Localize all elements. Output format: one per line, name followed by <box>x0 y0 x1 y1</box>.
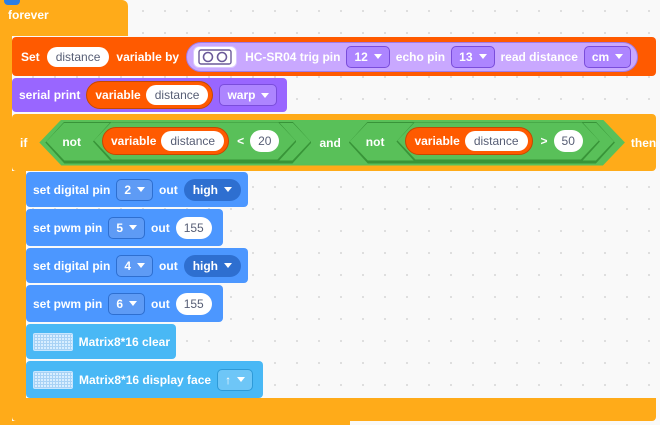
forever-block[interactable]: forever <box>0 0 128 36</box>
less-than-condition[interactable]: variable distance < 20 <box>93 121 296 163</box>
unit-value: cm <box>591 49 610 64</box>
led-matrix-icon <box>33 332 73 351</box>
variable-label-1: variable <box>111 133 157 148</box>
set-digital-pin-label: set digital pin <box>33 182 111 197</box>
less-than-operator: < <box>237 133 245 148</box>
then-label: then <box>630 135 657 150</box>
and-label: and <box>319 135 341 150</box>
set-pwm-pin-block[interactable]: set pwm pin 5 out 155 <box>26 209 223 246</box>
out-label: out <box>159 258 178 273</box>
pin-dropdown[interactable]: 5 <box>108 216 146 239</box>
matrix-display-face-label: Matrix8*16 display face <box>79 372 212 387</box>
led-matrix-icon <box>33 370 73 389</box>
matrix-clear-block[interactable]: Matrix8*16 clear <box>26 324 176 359</box>
chevron-down-icon <box>237 377 246 382</box>
pin-dropdown[interactable]: 4 <box>116 254 154 277</box>
serial-print-label: serial print <box>19 88 81 102</box>
variable-name-input-1[interactable]: distance <box>161 131 224 151</box>
set-pwm-pin-block[interactable]: set pwm pin 6 out 155 <box>26 285 223 322</box>
variable-name-input[interactable]: distance <box>46 46 110 67</box>
chevron-down-icon <box>129 225 138 230</box>
by-label: variable by <box>116 49 180 64</box>
not-condition-2[interactable]: not variable distance > 50 <box>349 122 615 164</box>
chevron-down-icon <box>373 54 382 59</box>
sensor-label: HC-SR04 trig pin <box>245 49 341 64</box>
trig-pin-value: 12 <box>354 49 368 64</box>
echo-pin-value: 13 <box>459 49 473 64</box>
level-value: high <box>192 258 219 273</box>
if-label: if <box>20 135 28 150</box>
chevron-down-icon <box>478 54 487 59</box>
block-connector <box>4 0 20 5</box>
up-arrow-icon: ↑ <box>225 372 232 387</box>
variable-reporter-1[interactable]: variable distance <box>102 127 229 155</box>
variable-reporter-2[interactable]: variable distance <box>405 127 532 155</box>
matrix-clear-label: Matrix8*16 clear <box>78 334 170 349</box>
forever-foot <box>0 421 350 425</box>
level-dropdown[interactable]: high <box>183 254 242 277</box>
read-label: read distance <box>500 49 578 64</box>
echo-label: echo pin <box>395 49 446 64</box>
set-pwm-pin-label: set pwm pin <box>33 296 103 311</box>
variable-reporter[interactable]: variable distance <box>86 81 214 109</box>
pin-value: 4 <box>124 258 132 273</box>
mode-dropdown[interactable]: warp <box>219 84 278 106</box>
set-variable-block[interactable]: Set distance variable by HC-SR04 trig pi… <box>12 37 656 76</box>
chevron-down-icon <box>615 54 624 59</box>
chevron-down-icon <box>137 263 146 268</box>
out-label: out <box>159 182 178 197</box>
level-dropdown[interactable]: high <box>183 178 242 201</box>
forever-label: forever <box>8 8 49 22</box>
pin-value: 6 <box>116 296 124 311</box>
trig-pin-dropdown[interactable]: 12 <box>346 45 390 68</box>
set-label: Set <box>21 49 40 64</box>
chevron-down-icon <box>224 187 233 192</box>
variable-name-input-2[interactable]: distance <box>465 131 528 151</box>
chevron-down-icon <box>261 92 270 98</box>
compare-value-1[interactable]: 20 <box>250 130 279 152</box>
chevron-down-icon <box>129 301 138 306</box>
out-label: out <box>151 296 170 311</box>
face-dropdown[interactable]: ↑ <box>217 368 254 391</box>
pin-dropdown[interactable]: 2 <box>116 178 154 201</box>
chevron-down-icon <box>137 187 146 192</box>
serial-print-block[interactable]: serial print variable distance warp <box>12 78 287 112</box>
mode-value: warp <box>227 88 256 102</box>
set-pwm-pin-label: set pwm pin <box>33 220 103 235</box>
pin-value: 2 <box>124 182 132 197</box>
sensor-reporter[interactable]: HC-SR04 trig pin 12 echo pin 13 read dis… <box>186 41 639 72</box>
ultrasonic-sensor-icon <box>193 45 238 68</box>
set-digital-pin-label: set digital pin <box>33 258 111 273</box>
if-block[interactable]: if not variable distance < 20 and not va… <box>12 114 656 171</box>
if-arm <box>12 171 26 398</box>
pwm-value-input[interactable]: 155 <box>175 216 212 239</box>
set-digital-pin-block[interactable]: set digital pin 4 out high <box>26 248 248 283</box>
greater-than-condition[interactable]: variable distance > 50 <box>396 121 599 163</box>
pin-value: 5 <box>116 220 124 235</box>
pwm-value-input[interactable]: 155 <box>175 292 212 315</box>
pin-dropdown[interactable]: 6 <box>108 292 146 315</box>
unit-dropdown[interactable]: cm <box>583 45 632 68</box>
level-value: high <box>192 182 219 197</box>
if-foot <box>12 398 656 421</box>
chevron-down-icon <box>224 263 233 268</box>
matrix-display-face-block[interactable]: Matrix8*16 display face ↑ <box>26 361 263 398</box>
not-label-1: not <box>62 134 81 149</box>
compare-value-2[interactable]: 50 <box>554 130 583 152</box>
not-condition-1[interactable]: not variable distance < 20 <box>45 122 311 164</box>
not-label-2: not <box>365 134 385 149</box>
variable-name-input[interactable]: distance <box>145 85 209 105</box>
variable-label: variable <box>95 88 141 102</box>
out-label: out <box>151 220 170 235</box>
set-digital-pin-block[interactable]: set digital pin 2 out high <box>26 172 248 207</box>
greater-than-operator: > <box>540 133 548 148</box>
forever-arm <box>0 36 12 425</box>
variable-label-2: variable <box>414 133 460 148</box>
echo-pin-dropdown[interactable]: 13 <box>451 45 495 68</box>
and-condition[interactable]: not variable distance < 20 and not varia… <box>39 120 625 166</box>
